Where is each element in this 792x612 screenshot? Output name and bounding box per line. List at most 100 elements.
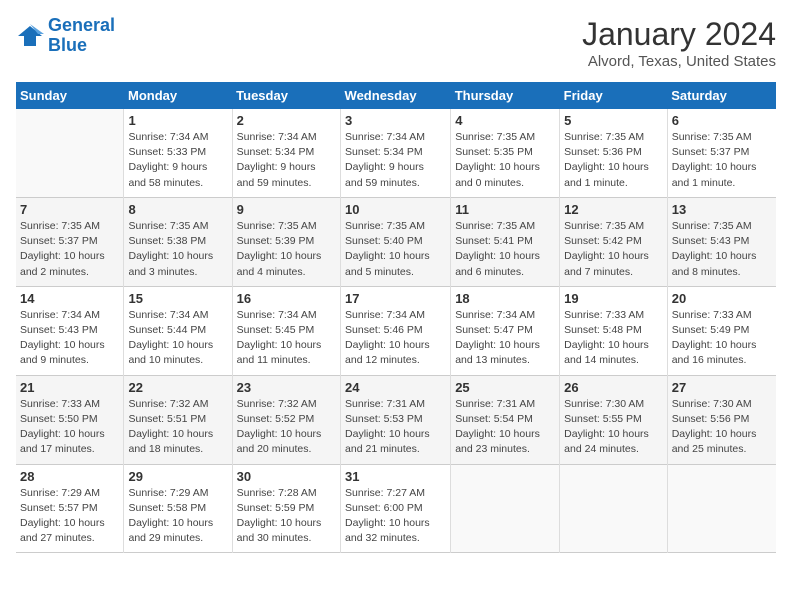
- day-detail: Sunrise: 7:35 AM Sunset: 5:42 PM Dayligh…: [564, 219, 663, 280]
- day-number: 8: [128, 202, 227, 217]
- day-number: 31: [345, 469, 446, 484]
- week-row-5: 28 Sunrise: 7:29 AM Sunset: 5:57 PM Dayli…: [16, 464, 776, 553]
- day-detail: Sunrise: 7:34 AM Sunset: 5:33 PM Dayligh…: [128, 130, 227, 191]
- day-number: 30: [237, 469, 336, 484]
- weekday-header-wednesday: Wednesday: [341, 82, 451, 109]
- day-cell: 15Sunrise: 7:34 AM Sunset: 5:44 PM Dayli…: [124, 286, 232, 375]
- page-header: General Blue January 2024 Alvord, Texas,…: [16, 16, 776, 70]
- day-detail: Sunrise: 7:35 AM Sunset: 5:37 PM Dayligh…: [672, 130, 772, 191]
- day-number: 10: [345, 202, 446, 217]
- day-detail: Sunrise: 7:32 AM Sunset: 5:51 PM Dayligh…: [128, 397, 227, 458]
- day-number: 24: [345, 380, 446, 395]
- day-cell: 26 Sunrise: 7:30 AM Sunset: 5:55 PM Dayli…: [560, 375, 668, 464]
- day-detail: Sunrise: 7:33 AM Sunset: 5:49 PM Dayligh…: [672, 308, 772, 369]
- day-cell: 7 Sunrise: 7:35 AM Sunset: 5:37 PM Daylig…: [16, 197, 124, 286]
- day-detail: Sunrise: 7:34 AM Sunset: 5:47 PM Dayligh…: [455, 308, 555, 369]
- day-cell: 4 Sunrise: 7:35 AM Sunset: 5:35 PM Daylig…: [451, 109, 560, 197]
- title-block: January 2024 Alvord, Texas, United State…: [582, 16, 776, 70]
- day-detail: Sunrise: 7:35 AM Sunset: 5:35 PM Dayligh…: [455, 130, 555, 191]
- day-cell: [667, 464, 776, 553]
- day-number: 23: [237, 380, 336, 395]
- day-number: 20: [672, 291, 772, 306]
- day-cell: 16Sunrise: 7:34 AM Sunset: 5:45 PM Dayli…: [232, 286, 340, 375]
- day-number: 11: [455, 202, 555, 217]
- day-detail: Sunrise: 7:34 AM Sunset: 5:46 PM Dayligh…: [345, 308, 446, 369]
- day-cell: 17 Sunrise: 7:34 AM Sunset: 5:46 PM Dayli…: [341, 286, 451, 375]
- day-number: 17: [345, 291, 446, 306]
- day-number: 3: [345, 113, 446, 128]
- day-number: 5: [564, 113, 663, 128]
- day-number: 21: [20, 380, 119, 395]
- day-cell: 30 Sunrise: 7:28 AM Sunset: 5:59 PM Dayli…: [232, 464, 340, 553]
- day-cell: 9 Sunrise: 7:35 AM Sunset: 5:39 PM Daylig…: [232, 197, 340, 286]
- day-detail: Sunrise: 7:35 AM Sunset: 5:40 PM Dayligh…: [345, 219, 446, 280]
- day-detail: Sunrise: 7:31 AM Sunset: 5:54 PM Dayligh…: [455, 397, 555, 458]
- day-cell: 28 Sunrise: 7:29 AM Sunset: 5:57 PM Dayli…: [16, 464, 124, 553]
- day-cell: [16, 109, 124, 197]
- day-cell: 8Sunrise: 7:35 AM Sunset: 5:38 PM Daylig…: [124, 197, 232, 286]
- day-cell: 19Sunrise: 7:33 AM Sunset: 5:48 PM Dayli…: [560, 286, 668, 375]
- day-cell: 31 Sunrise: 7:27 AM Sunset: 6:00 PM Dayli…: [341, 464, 451, 553]
- day-cell: 5 Sunrise: 7:35 AM Sunset: 5:36 PM Daylig…: [560, 109, 668, 197]
- day-detail: Sunrise: 7:35 AM Sunset: 5:43 PM Dayligh…: [672, 219, 772, 280]
- weekday-header-saturday: Saturday: [667, 82, 776, 109]
- day-cell: 23 Sunrise: 7:32 AM Sunset: 5:52 PM Dayli…: [232, 375, 340, 464]
- day-number: 4: [455, 113, 555, 128]
- day-cell: 14Sunrise: 7:34 AM Sunset: 5:43 PM Dayli…: [16, 286, 124, 375]
- day-detail: Sunrise: 7:29 AM Sunset: 5:57 PM Dayligh…: [20, 486, 119, 547]
- day-detail: Sunrise: 7:34 AM Sunset: 5:34 PM Dayligh…: [237, 130, 336, 191]
- day-detail: Sunrise: 7:35 AM Sunset: 5:36 PM Dayligh…: [564, 130, 663, 191]
- day-detail: Sunrise: 7:33 AM Sunset: 5:50 PM Dayligh…: [20, 397, 119, 458]
- day-number: 7: [20, 202, 119, 217]
- weekday-header-row: SundayMondayTuesdayWednesdayThursdayFrid…: [16, 82, 776, 109]
- day-detail: Sunrise: 7:30 AM Sunset: 5:55 PM Dayligh…: [564, 397, 663, 458]
- day-detail: Sunrise: 7:34 AM Sunset: 5:34 PM Dayligh…: [345, 130, 446, 191]
- day-number: 22: [128, 380, 227, 395]
- day-cell: 22 Sunrise: 7:32 AM Sunset: 5:51 PM Dayli…: [124, 375, 232, 464]
- logo-icon: [16, 22, 44, 50]
- day-cell: 21 Sunrise: 7:33 AM Sunset: 5:50 PM Dayli…: [16, 375, 124, 464]
- weekday-header-monday: Monday: [124, 82, 232, 109]
- day-detail: Sunrise: 7:35 AM Sunset: 5:39 PM Dayligh…: [237, 219, 336, 280]
- logo: General Blue: [16, 16, 115, 56]
- day-number: 29: [128, 469, 227, 484]
- day-detail: Sunrise: 7:27 AM Sunset: 6:00 PM Dayligh…: [345, 486, 446, 547]
- weekday-header-thursday: Thursday: [451, 82, 560, 109]
- month-title: January 2024: [582, 16, 776, 53]
- day-cell: 29 Sunrise: 7:29 AM Sunset: 5:58 PM Dayli…: [124, 464, 232, 553]
- day-detail: Sunrise: 7:29 AM Sunset: 5:58 PM Dayligh…: [128, 486, 227, 547]
- day-number: 9: [237, 202, 336, 217]
- day-detail: Sunrise: 7:31 AM Sunset: 5:53 PM Dayligh…: [345, 397, 446, 458]
- week-row-4: 21 Sunrise: 7:33 AM Sunset: 5:50 PM Dayli…: [16, 375, 776, 464]
- day-cell: 27 Sunrise: 7:30 AM Sunset: 5:56 PM Dayli…: [667, 375, 776, 464]
- day-number: 16: [237, 291, 336, 306]
- day-detail: Sunrise: 7:35 AM Sunset: 5:37 PM Dayligh…: [20, 219, 119, 280]
- logo-text: General Blue: [48, 16, 115, 56]
- calendar-table: SundayMondayTuesdayWednesdayThursdayFrid…: [16, 82, 776, 553]
- day-number: 19: [564, 291, 663, 306]
- weekday-header-friday: Friday: [560, 82, 668, 109]
- day-number: 13: [672, 202, 772, 217]
- day-cell: 18 Sunrise: 7:34 AM Sunset: 5:47 PM Dayli…: [451, 286, 560, 375]
- day-detail: Sunrise: 7:35 AM Sunset: 5:41 PM Dayligh…: [455, 219, 555, 280]
- day-number: 27: [672, 380, 772, 395]
- day-cell: 3 Sunrise: 7:34 AM Sunset: 5:34 PM Daylig…: [341, 109, 451, 197]
- day-number: 18: [455, 291, 555, 306]
- weekday-header-tuesday: Tuesday: [232, 82, 340, 109]
- day-number: 2: [237, 113, 336, 128]
- day-number: 1: [128, 113, 227, 128]
- day-detail: Sunrise: 7:34 AM Sunset: 5:43 PM Dayligh…: [20, 308, 119, 369]
- week-row-3: 14Sunrise: 7:34 AM Sunset: 5:43 PM Dayli…: [16, 286, 776, 375]
- day-cell: [560, 464, 668, 553]
- day-number: 12: [564, 202, 663, 217]
- day-cell: 20 Sunrise: 7:33 AM Sunset: 5:49 PM Dayli…: [667, 286, 776, 375]
- weekday-header-sunday: Sunday: [16, 82, 124, 109]
- day-detail: Sunrise: 7:28 AM Sunset: 5:59 PM Dayligh…: [237, 486, 336, 547]
- location: Alvord, Texas, United States: [582, 53, 776, 70]
- week-row-2: 7 Sunrise: 7:35 AM Sunset: 5:37 PM Daylig…: [16, 197, 776, 286]
- day-cell: 13 Sunrise: 7:35 AM Sunset: 5:43 PM Dayli…: [667, 197, 776, 286]
- day-detail: Sunrise: 7:32 AM Sunset: 5:52 PM Dayligh…: [237, 397, 336, 458]
- day-number: 28: [20, 469, 119, 484]
- day-detail: Sunrise: 7:30 AM Sunset: 5:56 PM Dayligh…: [672, 397, 772, 458]
- day-number: 26: [564, 380, 663, 395]
